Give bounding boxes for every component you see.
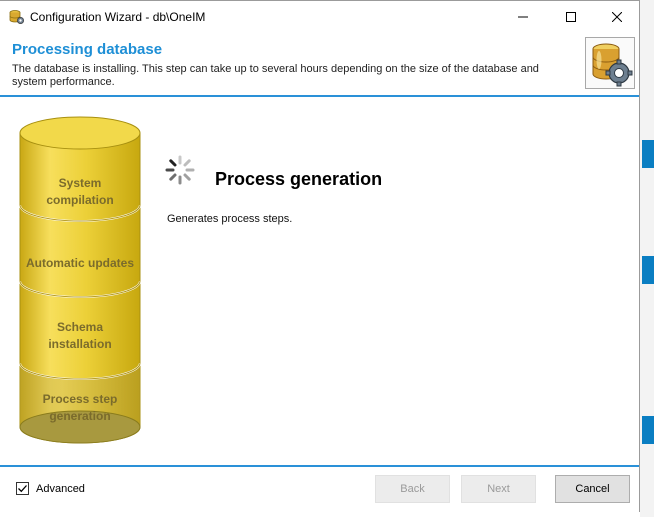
close-button[interactable] [594,1,640,33]
step-system-compilation-label: compilation [46,193,113,207]
step-schema-installation-label: installation [48,337,111,351]
step-process-generation-label: Process step [43,392,118,406]
wizard-footer: Advanced Back Next Cancel [0,467,639,512]
step-schema-installation-label: Schema [57,320,103,334]
minimize-icon [518,16,528,18]
wizard-window: Configuration Wizard - db\OneIM Processi… [0,0,640,512]
database-gear-icon [585,37,635,89]
current-step-title: Process generation [215,169,383,189]
checkmark-icon [18,485,27,493]
title-bar[interactable]: Configuration Wizard - db\OneIM [0,1,639,33]
database-gear-icon [9,9,25,25]
page-title: Processing database [12,41,163,58]
current-step-description: Generates process steps. [167,213,293,225]
close-icon [612,12,622,22]
page-description: The database is installing. This step ca… [12,63,539,88]
next-button[interactable]: Next [461,475,536,503]
advanced-checkbox[interactable] [16,482,29,495]
background-accent [642,256,654,284]
cancel-button[interactable]: Cancel [555,475,630,503]
maximize-button[interactable] [548,1,594,33]
loading-spinner-icon [165,155,195,185]
background-accent [642,140,654,168]
step-process-generation-label: generation [49,409,110,423]
wizard-content: System compilation Automatic updates Sch… [0,97,639,465]
back-button[interactable]: Back [375,475,450,503]
step-automatic-updates-label: Automatic updates [26,256,134,270]
advanced-label[interactable]: Advanced [36,483,85,495]
minimize-button[interactable] [500,1,546,33]
window-title: Configuration Wizard - db\OneIM [30,10,206,24]
background-strip [640,0,654,517]
step-system-compilation-label: System [59,176,102,190]
wizard-header: Processing database The database is inst… [0,33,639,95]
background-accent [642,416,654,444]
progress-cylinder: System compilation Automatic updates Sch… [19,116,141,444]
maximize-icon [566,12,576,22]
